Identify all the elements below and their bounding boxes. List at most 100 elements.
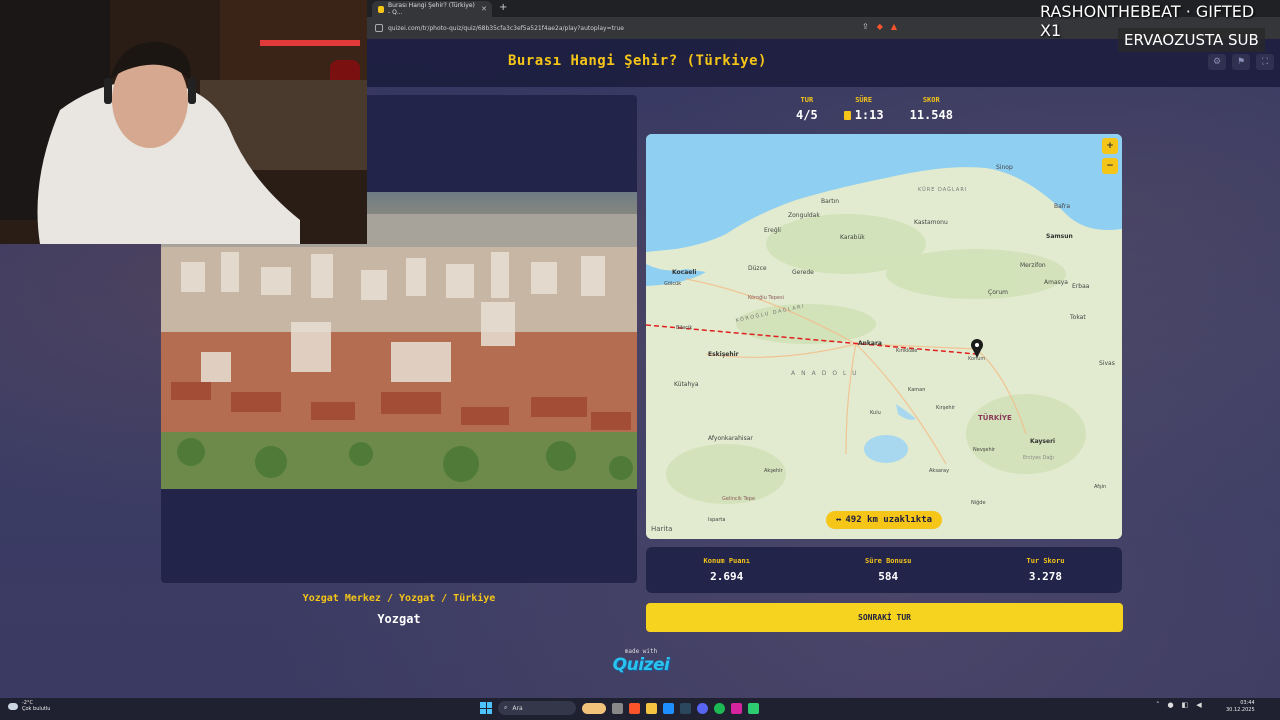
url-text[interactable]: quizei.com/tr/photo-quiz/quiz/68b35cfa3c… <box>388 22 624 35</box>
fullscreen-icon[interactable]: ⛶ <box>1256 54 1274 70</box>
network-icon[interactable]: ◧ <box>1182 701 1189 709</box>
time-label: SÜRE <box>855 96 873 104</box>
map-label: Bafra <box>1054 203 1070 210</box>
map-label: Ereğli <box>764 227 781 234</box>
browser-tab[interactable]: Burası Hangi Şehir? (Türkiye) - Q... ✕ <box>372 1 492 17</box>
rewards-icon[interactable]: ▲ <box>891 22 897 31</box>
search-icon: ⌕ <box>504 704 508 711</box>
new-tab-icon[interactable]: + <box>499 2 507 13</box>
map-label: Tokat <box>1069 314 1086 321</box>
zoom-in-icon[interactable]: + <box>1102 138 1118 154</box>
map-label: Amasya <box>1044 279 1068 286</box>
map-label: Kastamonu <box>914 219 948 226</box>
map-label: Sivas <box>1099 360 1115 367</box>
map-label: Gölcük <box>664 281 681 287</box>
map-label: Eskişehir <box>708 351 739 358</box>
map-label: Çorum <box>988 289 1008 296</box>
time-bonus: Süre Bonusu 584 <box>865 557 911 583</box>
map-label: Kaman <box>908 387 925 393</box>
score-value: 11.548 <box>909 108 953 122</box>
mail-icon[interactable] <box>663 702 674 714</box>
tab-title: Burası Hangi Şehir? (Türkiye) - Q... <box>388 2 475 16</box>
mic-icon[interactable]: ● <box>1168 701 1174 709</box>
map-label: Merzifon <box>1020 262 1046 269</box>
address-actions: ⇪ ◆ ▲ <box>862 22 897 31</box>
taskbar-search[interactable]: ⌕ Ara <box>498 701 576 715</box>
map-label: Nevşehir <box>973 447 996 453</box>
site-info-icon[interactable] <box>375 24 383 32</box>
spotify-icon[interactable] <box>714 702 725 714</box>
task-view-icon[interactable] <box>612 702 623 714</box>
system-tray: ˄ ● ◧ ◀ <box>1156 701 1202 709</box>
round-value: 4/5 <box>796 108 818 122</box>
header-actions: ⚙ ⚑ ⛶ <box>1208 54 1274 70</box>
location-score: Konum Puanı 2.694 <box>704 557 750 583</box>
map-label: Bartın <box>821 198 839 205</box>
file-explorer-icon[interactable] <box>646 702 657 714</box>
made-with-text: made with <box>624 648 658 655</box>
map-label: Sinop <box>996 164 1013 171</box>
location-score-value: 2.694 <box>710 570 744 583</box>
map-label: Afşin <box>1094 484 1106 490</box>
map-label: Aksaray <box>929 468 949 474</box>
map-label: Ankara <box>858 340 882 347</box>
taskbar-clock[interactable]: 03:44 30.12.2025 <box>1226 700 1255 714</box>
map-label: KÜRE DAĞLARI <box>918 186 967 193</box>
map-label: Niğde <box>971 499 986 506</box>
instagram-icon[interactable] <box>731 702 742 714</box>
distance-badge: ↔ 492 km uzaklıkta <box>826 511 942 529</box>
map-attribution: Harita <box>651 525 673 533</box>
weather-widget[interactable]: -2°C Çok bulutlu <box>8 700 50 712</box>
map-label: Erbaa <box>1072 283 1090 290</box>
close-icon[interactable]: ✕ <box>481 5 487 13</box>
time-value: 1:13 <box>854 108 884 122</box>
location-score-label: Konum Puanı <box>703 557 750 565</box>
map-label: Kırşehir <box>936 405 956 411</box>
map-label: Akşehir <box>764 468 784 474</box>
quizei-logo: Quizei <box>612 655 670 675</box>
made-with-footer[interactable]: made with Quizei <box>606 648 676 675</box>
stream-sub-banner: ERVAOZUSTA SUB <box>1118 28 1265 52</box>
webcam-overlay <box>0 0 367 244</box>
map-label: Kocaeli <box>672 269 696 276</box>
map-label: ANADOLU <box>791 370 862 377</box>
map-label: Erciyes Dağı <box>1023 454 1054 461</box>
discord-icon[interactable] <box>697 702 708 714</box>
volume-icon[interactable]: ◀ <box>1196 701 1201 709</box>
cloud-icon <box>8 702 18 710</box>
brave-shield-icon[interactable]: ◆ <box>877 22 883 31</box>
round-score-value: 3.278 <box>1028 570 1063 583</box>
round-score: Tur Skoru 3.278 <box>1026 557 1064 583</box>
map-label: Afyonkarahisar <box>708 435 753 442</box>
chevron-up-icon[interactable]: ˄ <box>1156 701 1160 709</box>
share-icon[interactable]: ⇪ <box>862 22 869 31</box>
map-label: Kütahya <box>674 381 699 388</box>
map-label: Konum <box>968 356 985 362</box>
favicon-icon <box>378 5 385 13</box>
map-label: Düzce <box>748 265 767 272</box>
game-stats: TUR 4/5 SÜRE 1:13 SKOR 11.548 <box>796 96 953 122</box>
round-scores: Konum Puanı 2.694 Süre Bonusu 584 Tur Sk… <box>646 547 1122 593</box>
map-label: Samsun <box>1046 233 1073 240</box>
weather-desc: Çok bulutlu <box>22 706 51 712</box>
zoom-out-icon[interactable]: − <box>1102 158 1118 174</box>
windows-start-icon[interactable] <box>480 702 492 714</box>
result-map[interactable]: Sinop KÜRE DAĞLARI Bafra Bartın Zongulda… <box>646 134 1122 539</box>
flag-icon[interactable]: ⚑ <box>1232 54 1250 70</box>
brave-browser-icon[interactable] <box>629 702 640 714</box>
search-placeholder: Ara <box>512 704 523 712</box>
widget-icon[interactable] <box>582 702 606 714</box>
map-label: Karabük <box>840 234 865 241</box>
map-label: Gerede <box>792 269 814 276</box>
map-label: TÜRKİYE <box>978 413 1012 422</box>
app-icon[interactable] <box>748 702 759 714</box>
steam-icon[interactable] <box>680 702 691 714</box>
round-score-label: Tur Skoru <box>1026 557 1065 565</box>
settings-icon[interactable]: ⚙ <box>1208 54 1226 70</box>
time-value-wrap: 1:13 <box>843 108 884 122</box>
time-stat: SÜRE 1:13 <box>843 96 884 122</box>
map-label: Kulu <box>870 410 881 416</box>
next-round-button[interactable]: SONRAKİ TUR <box>646 603 1123 632</box>
answer-path: Yozgat Merkez / Yozgat / Türkiye <box>302 593 496 604</box>
time-bonus-value: 584 <box>878 570 899 583</box>
